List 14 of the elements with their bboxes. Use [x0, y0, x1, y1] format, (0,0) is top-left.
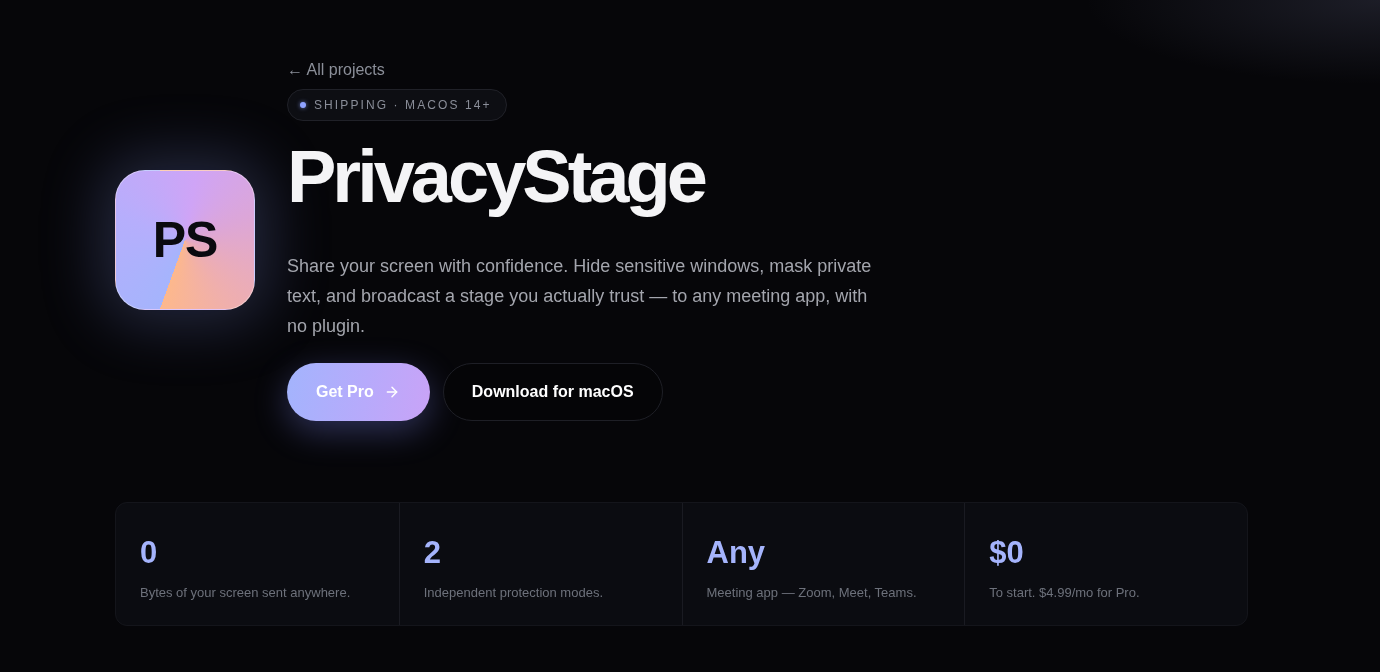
status-dot-icon — [300, 102, 306, 108]
stat-value: Any — [706, 534, 766, 572]
app-logo: PS — [115, 169, 255, 310]
stat-value: $0 — [989, 534, 1024, 572]
stat-value: 0 — [140, 534, 158, 572]
badge-text: SHIPPING · MACOS 14+ — [314, 98, 492, 112]
stat-label: Bytes of your screen sent anywhere. — [140, 584, 351, 602]
stat-label: To start. $4.99/mo for Pro. — [989, 584, 1140, 602]
app-description: Share your screen with confidence. Hide sensitive windows, mask private text, and broadcast a stage you actually trust — to any meeting app, with no plugin. — [287, 255, 873, 338]
back-link[interactable]: ← All projects — [287, 58, 385, 82]
stat-label: Meeting app — Zoom, Meet, Teams. — [706, 584, 917, 602]
stat-label: Independent protection modes. — [423, 584, 603, 602]
stat-value: 2 — [423, 534, 441, 572]
download-button[interactable]: Download for macOS — [442, 363, 663, 421]
